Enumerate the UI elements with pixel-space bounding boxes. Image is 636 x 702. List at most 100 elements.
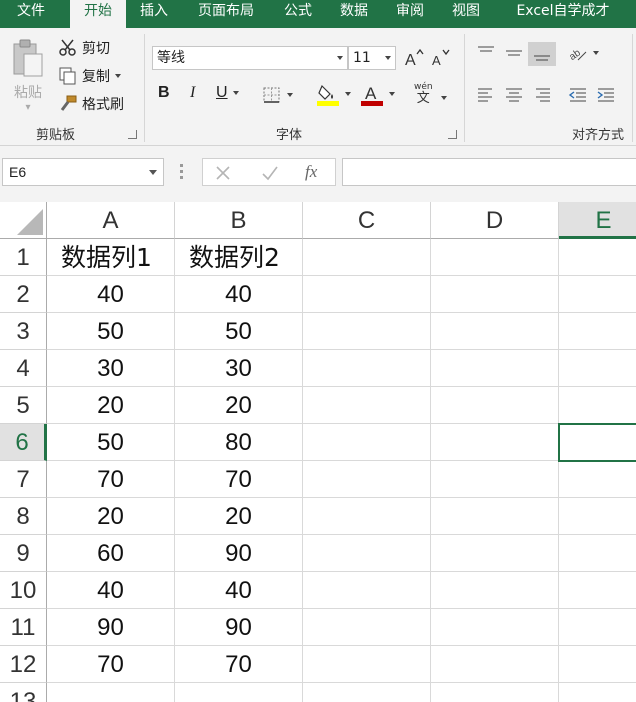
cell-e5[interactable] xyxy=(559,387,636,424)
cell-c7[interactable] xyxy=(303,461,431,498)
cell-c8[interactable] xyxy=(303,498,431,535)
tab-page-layout[interactable]: 页面布局 xyxy=(188,0,264,28)
insert-function-button[interactable]: fx xyxy=(305,162,317,182)
cell-d11[interactable] xyxy=(431,609,559,646)
cell-a13[interactable] xyxy=(47,683,175,702)
orientation-dropdown-icon[interactable] xyxy=(593,51,599,55)
cell-b3[interactable]: 50 xyxy=(175,313,303,350)
increase-indent-button[interactable] xyxy=(596,86,616,104)
bold-button[interactable]: B xyxy=(158,84,170,102)
name-box-dropdown-icon[interactable] xyxy=(149,170,157,175)
row-header-4[interactable]: 4 xyxy=(0,350,47,387)
row-header-11[interactable]: 11 xyxy=(0,609,47,646)
border-dropdown-icon[interactable] xyxy=(287,93,293,97)
row-header-2[interactable]: 2 xyxy=(0,276,47,313)
cell-c5[interactable] xyxy=(303,387,431,424)
cell-e2[interactable] xyxy=(559,276,636,313)
cell-d12[interactable] xyxy=(431,646,559,683)
cell-e4[interactable] xyxy=(559,350,636,387)
row-header-10[interactable]: 10 xyxy=(0,572,47,609)
cell-c13[interactable] xyxy=(303,683,431,702)
cell-c9[interactable] xyxy=(303,535,431,572)
cell-a3[interactable]: 50 xyxy=(47,313,175,350)
cell-d6[interactable] xyxy=(431,424,559,461)
cell-a4[interactable]: 30 xyxy=(47,350,175,387)
cell-e6[interactable] xyxy=(559,424,636,461)
cell-b9[interactable]: 90 xyxy=(175,535,303,572)
row-header-12[interactable]: 12 xyxy=(0,646,47,683)
cell-a11[interactable]: 90 xyxy=(47,609,175,646)
cell-b5[interactable]: 20 xyxy=(175,387,303,424)
phonetic-dropdown-icon[interactable] xyxy=(441,96,447,100)
cell-c1[interactable] xyxy=(303,239,431,276)
cell-d9[interactable] xyxy=(431,535,559,572)
italic-button[interactable]: I xyxy=(190,84,195,102)
cell-b10[interactable]: 40 xyxy=(175,572,303,609)
cell-a1[interactable]: 数据列1 xyxy=(47,239,175,276)
cell-e9[interactable] xyxy=(559,535,636,572)
row-header-1[interactable]: 1 xyxy=(0,239,47,276)
formula-bar-splitter[interactable] xyxy=(180,164,183,180)
column-header-b[interactable]: B xyxy=(175,202,303,239)
tab-data[interactable]: 数据 xyxy=(332,0,376,28)
tab-review[interactable]: 审阅 xyxy=(388,0,432,28)
cell-b4[interactable]: 30 xyxy=(175,350,303,387)
tab-view[interactable]: 视图 xyxy=(444,0,488,28)
column-header-e[interactable]: E xyxy=(559,202,636,239)
decrease-indent-button[interactable] xyxy=(568,86,588,104)
row-header-8[interactable]: 8 xyxy=(0,498,47,535)
tab-formulas[interactable]: 公式 xyxy=(276,0,320,28)
cell-d10[interactable] xyxy=(431,572,559,609)
font-dialog-launcher[interactable] xyxy=(448,130,457,139)
align-left-button[interactable] xyxy=(476,86,496,104)
cell-e12[interactable] xyxy=(559,646,636,683)
top-align-button[interactable] xyxy=(476,44,496,62)
cell-a12[interactable]: 70 xyxy=(47,646,175,683)
underline-button[interactable]: U xyxy=(216,84,239,102)
enter-check-icon[interactable] xyxy=(261,165,279,181)
cell-e7[interactable] xyxy=(559,461,636,498)
border-button[interactable] xyxy=(262,86,293,104)
orientation-button[interactable]: ab xyxy=(568,44,599,62)
cell-c6[interactable] xyxy=(303,424,431,461)
tab-excel-self-study[interactable]: Excel自学成才 xyxy=(504,0,622,28)
format-painter-button[interactable]: 格式刷 xyxy=(58,94,124,114)
cell-e10[interactable] xyxy=(559,572,636,609)
cancel-icon[interactable] xyxy=(215,165,231,181)
cell-b8[interactable]: 20 xyxy=(175,498,303,535)
row-header-9[interactable]: 9 xyxy=(0,535,47,572)
fill-color-button[interactable] xyxy=(316,82,351,106)
underline-dropdown-icon[interactable] xyxy=(232,91,239,95)
cell-d4[interactable] xyxy=(431,350,559,387)
cell-b11[interactable]: 90 xyxy=(175,609,303,646)
tab-insert[interactable]: 插入 xyxy=(130,0,178,28)
copy-dropdown-icon[interactable] xyxy=(115,74,121,78)
cell-d2[interactable] xyxy=(431,276,559,313)
copy-button[interactable]: 复制 xyxy=(58,66,121,86)
row-header-13[interactable]: 13 xyxy=(0,683,47,702)
cell-a6[interactable]: 50 xyxy=(47,424,175,461)
cell-d5[interactable] xyxy=(431,387,559,424)
font-size-combo[interactable]: 11 xyxy=(348,46,396,70)
row-header-7[interactable]: 7 xyxy=(0,461,47,498)
cut-button[interactable]: 剪切 xyxy=(58,38,110,58)
name-box[interactable]: E6 xyxy=(2,158,164,186)
fill-color-dropdown-icon[interactable] xyxy=(345,92,351,96)
cell-e11[interactable] xyxy=(559,609,636,646)
decrease-font-size-button[interactable]: A xyxy=(430,48,450,68)
row-header-5[interactable]: 5 xyxy=(0,387,47,424)
column-header-c[interactable]: C xyxy=(303,202,431,239)
tab-home[interactable]: 开始 xyxy=(70,0,126,30)
cell-e8[interactable] xyxy=(559,498,636,535)
column-header-d[interactable]: D xyxy=(431,202,559,239)
font-color-dropdown-icon[interactable] xyxy=(389,92,395,96)
cell-b13[interactable] xyxy=(175,683,303,702)
cell-a10[interactable]: 40 xyxy=(47,572,175,609)
cell-e13[interactable] xyxy=(559,683,636,702)
cell-b12[interactable]: 70 xyxy=(175,646,303,683)
bottom-align-button[interactable] xyxy=(528,42,556,66)
cell-c12[interactable] xyxy=(303,646,431,683)
cell-a8[interactable]: 20 xyxy=(47,498,175,535)
cell-a9[interactable]: 60 xyxy=(47,535,175,572)
tab-file[interactable]: 文件 xyxy=(0,0,62,28)
